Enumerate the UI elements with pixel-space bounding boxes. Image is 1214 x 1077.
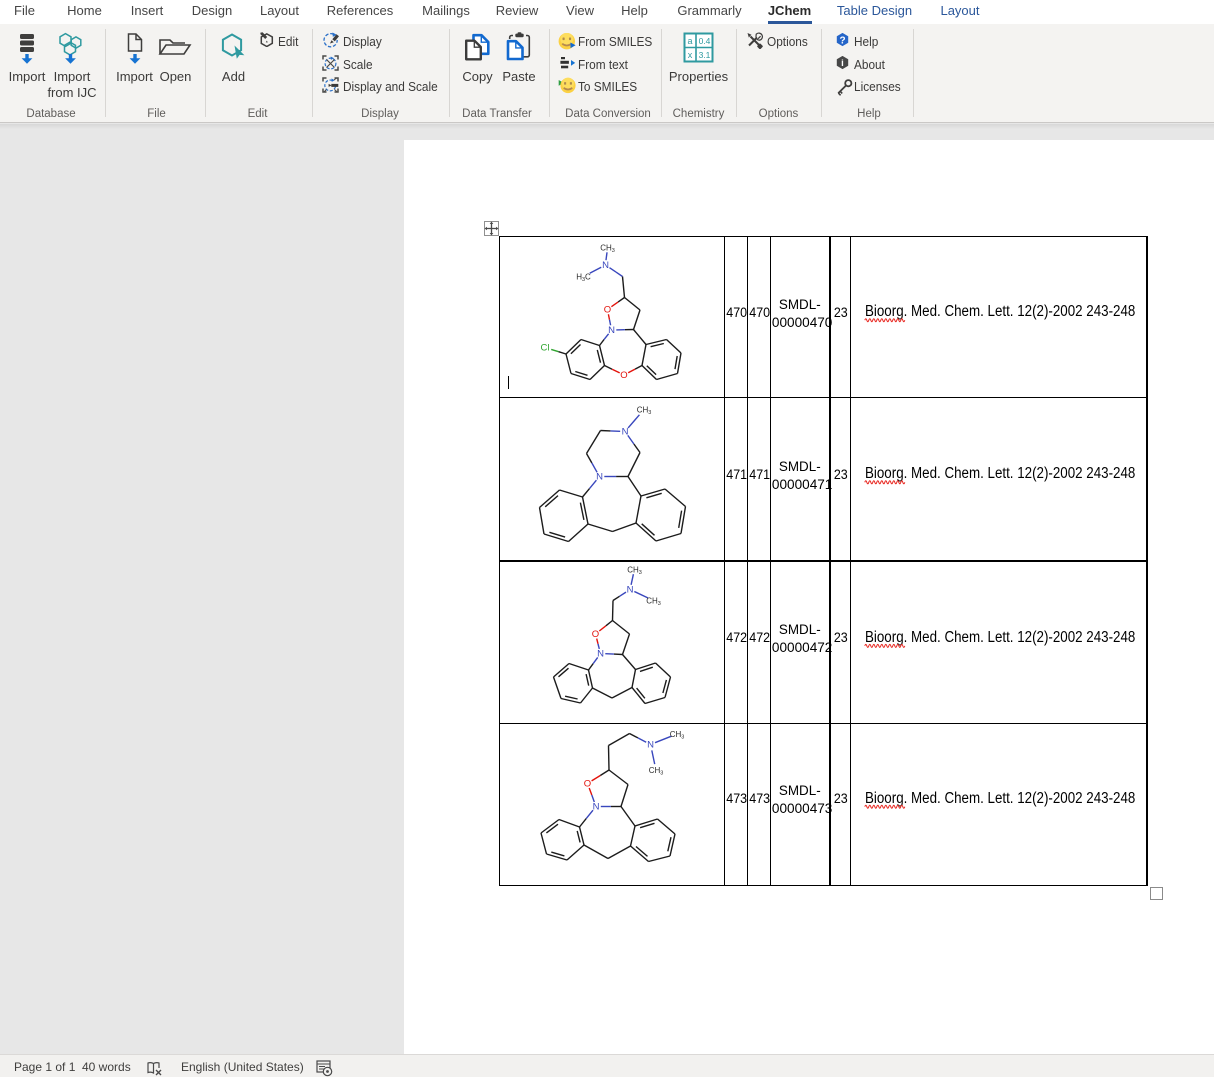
svg-text:?: ? — [839, 35, 845, 46]
svg-text:a: a — [687, 36, 692, 46]
svg-text:0.4: 0.4 — [699, 36, 711, 46]
svg-text:3.1: 3.1 — [699, 50, 711, 60]
svg-text:i: i — [841, 58, 844, 69]
svg-text:x: x — [688, 50, 693, 60]
